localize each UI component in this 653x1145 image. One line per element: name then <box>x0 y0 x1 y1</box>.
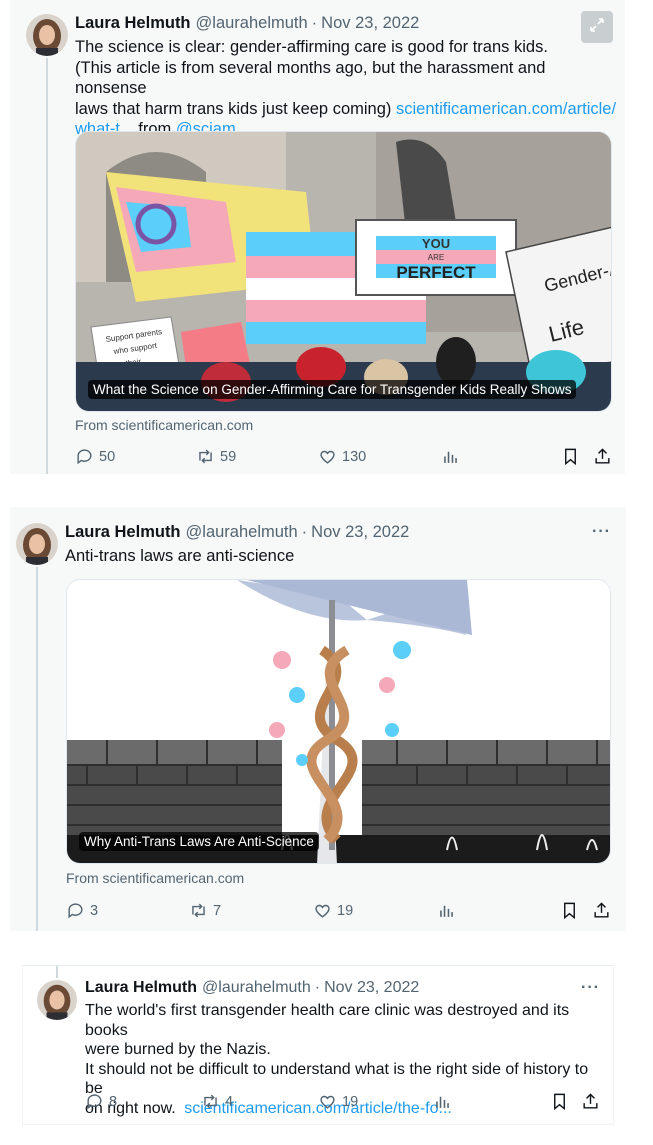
thread-line <box>56 966 58 978</box>
bookmark-icon <box>565 448 576 466</box>
expand-icon <box>587 15 607 40</box>
like-button[interactable]: 130 <box>318 447 366 466</box>
reply-count: 50 <box>99 448 116 465</box>
tweet-text-line: The world's first transgender health car… <box>85 1002 570 1039</box>
separator: · <box>311 14 318 32</box>
separator: · <box>314 979 321 996</box>
link-card[interactable]: Why Anti-Trans Laws Are Anti-Science <box>66 579 611 864</box>
card-caption: Why Anti-Trans Laws Are Anti-Science <box>79 832 319 851</box>
tweet-date[interactable]: Nov 23, 2022 <box>321 14 419 33</box>
sign-perfect: PERFECT <box>396 263 476 282</box>
author-name[interactable]: Laura Helmuth <box>65 523 181 542</box>
tweet-1[interactable]: Laura Helmuth @laurahelmuth · Nov 23, 20… <box>10 0 625 474</box>
repost-button[interactable]: 7 <box>189 901 221 920</box>
reply-icon <box>68 903 83 919</box>
bookmark-icon <box>564 902 575 920</box>
views-button[interactable] <box>433 1092 452 1111</box>
card-image <box>67 580 610 863</box>
tweet-header: Laura Helmuth @laurahelmuth · Nov 23, 20… <box>65 523 409 542</box>
card-source[interactable]: From scientificamerican.com <box>75 417 253 433</box>
sign-you: YOU <box>422 236 450 251</box>
repost-count: 7 <box>213 902 222 919</box>
tweet-header: Laura Helmuth @laurahelmuth · Nov 23, 20… <box>75 14 419 33</box>
link-card[interactable]: YOU ARE PERFECT Gender-Af Life Support p… <box>75 131 612 412</box>
views-icon <box>440 905 453 917</box>
author-name[interactable]: Laura Helmuth <box>75 14 191 33</box>
avatar[interactable] <box>37 980 77 1020</box>
reply-count: 8 <box>109 1093 118 1110</box>
card-caption: What the Science on Gender-Affirming Car… <box>88 380 577 399</box>
views-icon <box>436 1096 449 1108</box>
views-button[interactable] <box>437 901 456 920</box>
avatar[interactable] <box>16 523 58 565</box>
reply-icon <box>77 449 92 465</box>
repost-button[interactable]: 4 <box>201 1092 233 1111</box>
heart-icon <box>320 1095 335 1109</box>
card-image: YOU ARE PERFECT Gender-Af Life Support p… <box>76 132 611 411</box>
views-button[interactable] <box>441 447 460 466</box>
like-button[interactable]: 19 <box>318 1092 358 1111</box>
reply-button[interactable]: 3 <box>66 901 98 920</box>
share-button[interactable] <box>592 901 611 920</box>
more-button[interactable]: ··· <box>581 979 600 997</box>
repost-icon <box>199 449 212 464</box>
tweet-header: Laura Helmuth @laurahelmuth · Nov 23, 20… <box>85 979 419 997</box>
tweet-3[interactable]: Laura Helmuth @laurahelmuth · Nov 23, 20… <box>22 965 614 1125</box>
tweet-text-line: were burned by the Nazis. <box>85 1041 271 1058</box>
avatar[interactable] <box>26 14 68 56</box>
views-icon <box>444 451 457 463</box>
like-count: 19 <box>342 1093 359 1110</box>
tweet-text: The science is clear: gender-affirming c… <box>75 37 620 140</box>
bookmark-button[interactable] <box>560 901 579 920</box>
heart-icon <box>315 904 330 918</box>
share-button[interactable] <box>593 447 612 466</box>
thread-line <box>46 58 48 474</box>
author-handle[interactable]: @laurahelmuth <box>196 14 308 33</box>
tweet-text-line: The science is clear: gender-affirming c… <box>75 38 548 56</box>
tweet-date[interactable]: Nov 23, 2022 <box>311 523 409 542</box>
thread-line <box>36 567 38 931</box>
like-count: 19 <box>337 902 354 919</box>
tweet-text-line: Anti-trans laws are anti-science <box>65 547 295 565</box>
separator: · <box>301 523 308 541</box>
bookmark-button[interactable] <box>550 1092 569 1111</box>
tweet-text-line: laws that harm trans kids just keep comi… <box>75 99 392 118</box>
card-source[interactable]: From scientificamerican.com <box>66 870 244 886</box>
tweet-date[interactable]: Nov 23, 2022 <box>324 979 419 997</box>
bookmark-button[interactable] <box>561 447 580 466</box>
share-icon <box>595 448 610 464</box>
repost-count: 4 <box>225 1093 234 1110</box>
share-button[interactable] <box>581 1092 600 1111</box>
reply-icon <box>87 1094 102 1110</box>
like-button[interactable]: 19 <box>313 901 353 920</box>
bookmark-icon <box>554 1093 565 1111</box>
tweet-text: Anti-trans laws are anti-science <box>65 546 610 567</box>
author-handle[interactable]: @laurahelmuth <box>186 523 298 542</box>
repost-icon <box>204 1094 217 1109</box>
article-link[interactable]: scientificamerican.com/article/ <box>396 100 616 118</box>
sign-are: ARE <box>428 253 444 262</box>
tweet-text-line: (This article is from several months ago… <box>75 58 546 98</box>
like-count: 130 <box>342 448 367 465</box>
reply-count: 3 <box>90 902 99 919</box>
tweet-2[interactable]: Laura Helmuth @laurahelmuth · Nov 23, 20… <box>10 507 626 931</box>
repost-count: 59 <box>220 448 237 465</box>
share-icon <box>583 1093 598 1109</box>
heart-icon <box>320 450 335 464</box>
reply-button[interactable]: 8 <box>85 1092 117 1111</box>
repost-button[interactable]: 59 <box>196 447 236 466</box>
reply-button[interactable]: 50 <box>75 447 115 466</box>
share-icon <box>594 902 609 918</box>
repost-icon <box>192 903 205 918</box>
more-button[interactable]: ··· <box>592 523 611 541</box>
author-name[interactable]: Laura Helmuth <box>85 979 197 997</box>
author-handle[interactable]: @laurahelmuth <box>202 979 311 997</box>
